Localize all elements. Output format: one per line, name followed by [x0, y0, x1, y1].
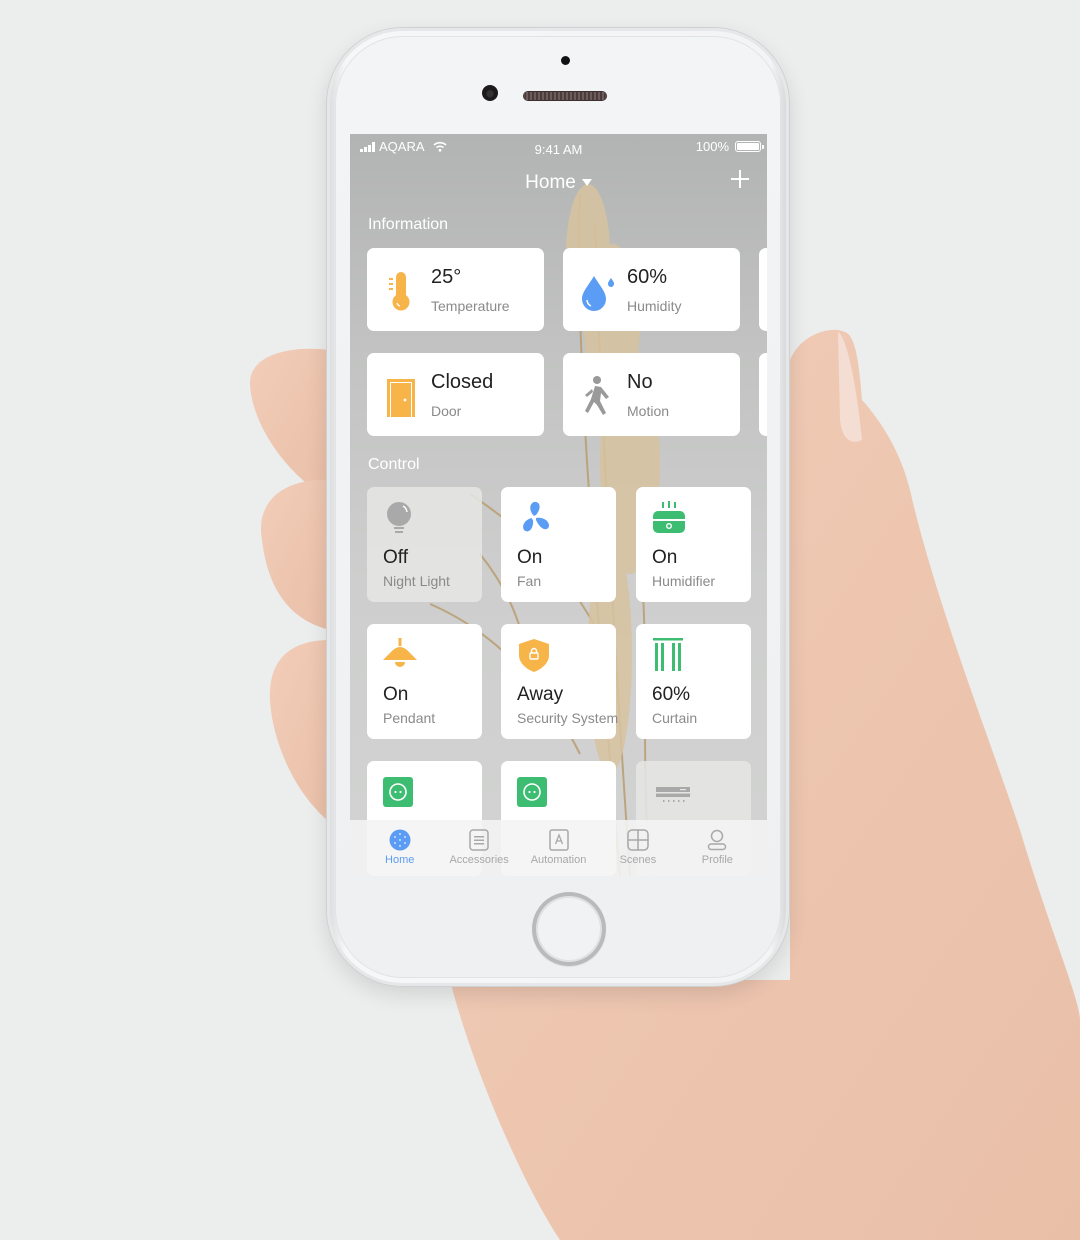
door-icon — [387, 379, 415, 417]
night-light-state: Off — [383, 547, 408, 568]
status-bar: AQARA 9:41 AM 100% — [350, 134, 767, 160]
info-card-partial[interactable] — [759, 248, 767, 331]
motion-label: Motion — [627, 403, 670, 419]
tab-accessories[interactable]: Accessories — [439, 820, 518, 866]
control-card-curtain[interactable]: 60% Curtain — [636, 624, 751, 739]
curtain-icon — [653, 638, 683, 671]
security-system-state: Away — [517, 684, 564, 705]
section-label-control: Control — [368, 456, 420, 473]
thermometer-icon — [389, 272, 410, 311]
tab-automation-label: Automation — [530, 854, 587, 866]
curtain-label: Curtain — [652, 710, 698, 726]
app-screen: AQARA 9:41 AM 100% Home Information 25° … — [350, 134, 767, 876]
control-card-pendant[interactable]: On Pendant — [367, 624, 482, 739]
control-card-humidifier[interactable]: On Humidifier — [636, 487, 751, 602]
water-drop-icon — [582, 276, 614, 311]
automation-a-icon — [548, 829, 569, 851]
walking-person-icon — [585, 376, 609, 415]
battery-percent: 100% — [695, 139, 729, 154]
control-card-fan[interactable]: On Fan — [501, 487, 616, 602]
battery-icon — [735, 141, 764, 152]
humidifier-label: Humidifier — [652, 573, 716, 589]
door-label: Door — [431, 403, 462, 419]
tab-scenes[interactable]: Scenes — [598, 820, 677, 866]
pendant-state: On — [383, 684, 409, 705]
humidifier-state: On — [652, 547, 678, 568]
humidifier-icon — [653, 501, 685, 533]
humidity-label: Humidity — [627, 298, 682, 314]
list-icon — [469, 829, 489, 851]
motion-value: No — [627, 371, 653, 393]
security-system-label: Security System — [517, 710, 619, 726]
night-light-label: Night Light — [383, 573, 450, 589]
fan-state: On — [517, 547, 543, 568]
lightbulb-icon — [387, 502, 411, 533]
fan-label: Fan — [517, 573, 542, 589]
home-selector[interactable]: Home — [350, 172, 767, 194]
tab-scenes-label: Scenes — [619, 854, 657, 866]
pendant-lamp-icon — [383, 638, 417, 667]
scenes-grid-icon — [627, 829, 649, 851]
earpiece-speaker — [524, 92, 606, 100]
profile-icon — [708, 829, 727, 851]
info-card-temperature[interactable]: 25° Temperature — [367, 248, 544, 331]
proximity-sensor — [561, 56, 570, 65]
temperature-value: 25° — [431, 266, 462, 288]
home-dots-icon — [389, 829, 411, 851]
info-card-humidity[interactable]: 60% Humidity — [563, 248, 740, 331]
info-card-motion[interactable]: No Motion — [563, 353, 740, 436]
home-button[interactable] — [532, 892, 606, 966]
wall-outlet-icon — [517, 777, 547, 807]
temperature-label: Temperature — [431, 298, 510, 314]
caret-down-icon — [581, 179, 592, 187]
humidity-value: 60% — [627, 266, 668, 288]
control-card-security-system[interactable]: Away Security System — [501, 624, 619, 739]
shield-lock-icon — [519, 639, 549, 672]
door-value: Closed — [431, 371, 494, 393]
air-conditioner-icon — [656, 787, 690, 802]
fan-icon — [523, 501, 549, 532]
tab-home-label: Home — [385, 854, 415, 866]
tab-home[interactable]: Home — [360, 820, 439, 866]
info-card-door[interactable]: Closed Door — [367, 353, 544, 436]
pendant-label: Pendant — [383, 710, 436, 726]
tab-profile-label: Profile — [701, 854, 733, 866]
wall-outlet-icon — [383, 777, 413, 807]
control-card-night-light[interactable]: Off Night Light — [367, 487, 482, 602]
section-label-information: Information — [368, 216, 449, 233]
home-title: Home — [525, 172, 576, 193]
tab-profile[interactable]: Profile — [678, 820, 757, 866]
tab-automation[interactable]: Automation — [519, 820, 598, 866]
tab-bar: Home Accessories Automation Scenes Profi… — [350, 820, 767, 876]
tab-accessories-label: Accessories — [449, 854, 509, 866]
front-camera — [482, 85, 498, 101]
info-card-partial[interactable] — [759, 353, 767, 436]
plus-icon[interactable] — [729, 168, 751, 190]
curtain-position: 60% — [652, 684, 691, 705]
